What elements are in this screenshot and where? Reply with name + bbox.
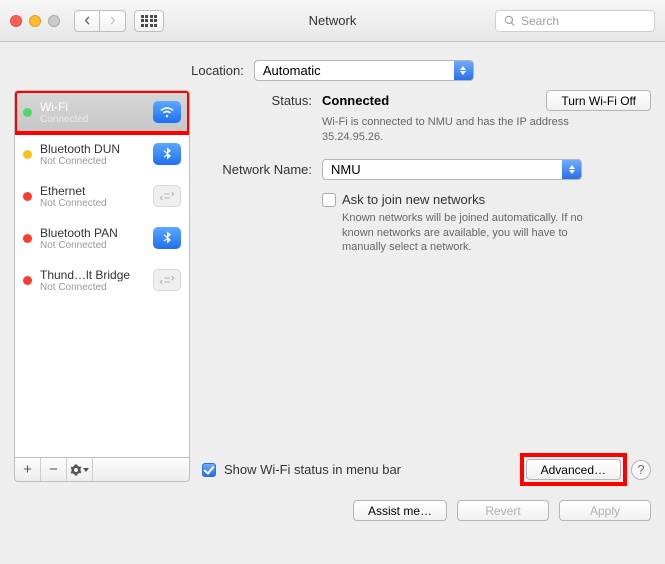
bluetooth-icon — [153, 143, 181, 165]
location-value: Automatic — [263, 63, 321, 78]
sidebar-item-label: Ethernet — [40, 184, 145, 198]
interface-list: Wi-Fi Connected Bluetooth DUN Not Connec… — [14, 90, 190, 458]
show-wifi-menubar-checkbox[interactable] — [202, 463, 216, 477]
sidebar-item-sub: Not Connected — [40, 282, 145, 293]
location-row: Location: Automatic — [14, 50, 651, 90]
status-dot-icon — [23, 192, 32, 201]
ask-to-join-checkbox[interactable] — [322, 193, 336, 207]
location-label: Location: — [191, 63, 244, 78]
help-button[interactable]: ? — [631, 460, 651, 480]
ethernet-icon — [153, 185, 181, 207]
advanced-button[interactable]: Advanced… — [526, 459, 621, 480]
network-name-select[interactable]: NMU — [322, 159, 582, 180]
sidebar-footer: + − — [14, 458, 190, 482]
sidebar-item-sub: Not Connected — [40, 156, 145, 167]
turn-wifi-off-button[interactable]: Turn Wi-Fi Off — [546, 90, 651, 111]
sidebar-item-label: Thund…lt Bridge — [40, 268, 145, 282]
sidebar-item-sub: Not Connected — [40, 198, 145, 209]
status-dot-icon — [23, 150, 32, 159]
bottom-button-row: Assist me… Revert Apply — [14, 482, 651, 521]
network-name-label: Network Name: — [202, 159, 322, 177]
ask-to-join-description: Known networks will be joined automatica… — [342, 211, 602, 256]
ask-to-join-label: Ask to join new networks — [342, 192, 602, 207]
status-description: Wi-Fi is connected to NMU and has the IP… — [322, 115, 602, 145]
sidebar-item-thunderbolt-bridge[interactable]: Thund…lt Bridge Not Connected — [15, 259, 189, 301]
window-title: Network — [0, 13, 665, 28]
location-select[interactable]: Automatic — [254, 60, 474, 81]
advanced-highlight: Advanced… — [524, 457, 623, 482]
gear-icon — [70, 464, 82, 476]
sidebar-item-wifi[interactable]: Wi-Fi Connected — [15, 91, 189, 133]
assist-me-button[interactable]: Assist me… — [353, 500, 447, 521]
remove-interface-button[interactable]: − — [41, 458, 67, 481]
status-label: Status: — [202, 90, 322, 108]
revert-button: Revert — [457, 500, 549, 521]
chevron-updown-icon — [454, 61, 473, 80]
titlebar: Network Search — [0, 0, 665, 42]
wifi-icon — [153, 101, 181, 123]
sidebar: Wi-Fi Connected Bluetooth DUN Not Connec… — [14, 90, 190, 482]
bluetooth-icon — [153, 227, 181, 249]
detail-pane: Status: Connected Turn Wi-Fi Off Wi-Fi i… — [202, 90, 651, 482]
apply-button: Apply — [559, 500, 651, 521]
status-dot-icon — [23, 108, 32, 117]
status-value: Connected — [322, 93, 389, 108]
sidebar-item-bluetooth-dun[interactable]: Bluetooth DUN Not Connected — [15, 133, 189, 175]
sidebar-item-sub: Not Connected — [40, 240, 145, 251]
chevron-down-icon — [83, 468, 89, 472]
sidebar-item-bluetooth-pan[interactable]: Bluetooth PAN Not Connected — [15, 217, 189, 259]
sidebar-item-ethernet[interactable]: Ethernet Not Connected — [15, 175, 189, 217]
thunderbolt-icon — [153, 269, 181, 291]
sidebar-item-sub: Connected — [40, 114, 145, 125]
sidebar-item-label: Wi-Fi — [40, 100, 145, 114]
status-dot-icon — [23, 276, 32, 285]
sidebar-item-label: Bluetooth PAN — [40, 226, 145, 240]
chevron-updown-icon — [562, 160, 581, 179]
network-name-value: NMU — [331, 162, 361, 177]
status-dot-icon — [23, 234, 32, 243]
sidebar-item-label: Bluetooth DUN — [40, 142, 145, 156]
add-interface-button[interactable]: + — [15, 458, 41, 481]
action-menu-button[interactable] — [67, 458, 93, 481]
show-wifi-menubar-label: Show Wi-Fi status in menu bar — [224, 462, 401, 477]
